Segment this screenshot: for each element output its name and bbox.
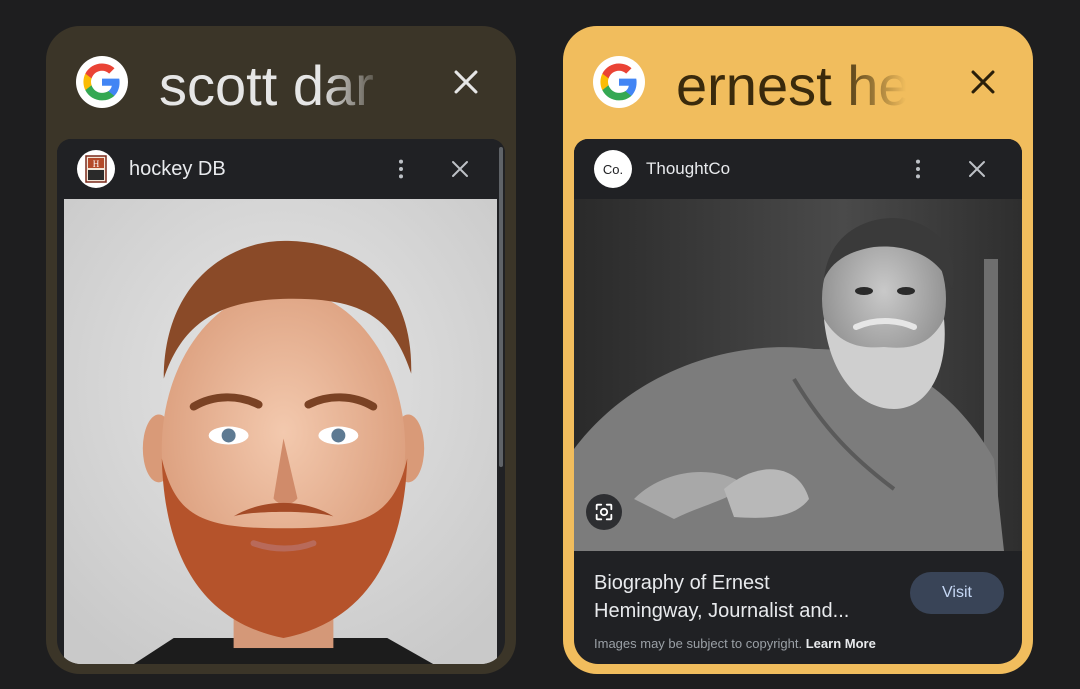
result-panel: H hockey DB: [57, 139, 505, 664]
tab-ernest[interactable]: ernest he Co. ThoughtCo Biography of Ern…: [563, 26, 1033, 674]
panel-header: Co. ThoughtCo: [574, 139, 1022, 199]
result-panel: Co. ThoughtCo Biography of Ernest Heming…: [574, 139, 1022, 664]
tab-title: scott dar: [159, 54, 374, 117]
tab-scott[interactable]: scott dar H hockey DB: [46, 26, 516, 674]
close-panel-button[interactable]: [962, 154, 992, 184]
site-name: hockey DB: [129, 158, 226, 180]
close-panel-button[interactable]: [445, 154, 475, 184]
more-options-button[interactable]: [906, 154, 930, 184]
close-icon: [969, 161, 985, 177]
learn-more-link[interactable]: Learn More: [806, 636, 876, 651]
tab-title: ernest he: [676, 54, 906, 117]
more-options-button[interactable]: [389, 154, 413, 184]
site-name: ThoughtCo: [646, 159, 731, 178]
close-tab-button[interactable]: [446, 62, 486, 102]
result-image[interactable]: [574, 199, 1022, 551]
close-icon: [454, 70, 478, 94]
close-icon: [971, 70, 995, 94]
result-caption[interactable]: Biography of Ernest Hemingway, Journalis…: [594, 569, 904, 625]
close-tab-button[interactable]: [963, 62, 1003, 102]
more-vert-icon: [915, 159, 921, 179]
site-logo: Co.: [594, 150, 632, 188]
site-logo: H: [77, 150, 115, 188]
caption-line-2: Hemingway, Journalist and...: [594, 600, 850, 622]
caption-line-1: Biography of Ernest: [594, 572, 770, 594]
scrollbar[interactable]: [499, 147, 503, 467]
close-icon: [452, 161, 468, 177]
more-vert-icon: [398, 159, 404, 179]
visit-button[interactable]: Visit: [910, 572, 1004, 614]
google-g-icon: [76, 56, 128, 108]
copyright-notice: Images may be subject to copyright. Lear…: [594, 635, 876, 653]
lens-button[interactable]: [586, 494, 622, 530]
google-g-icon: [593, 56, 645, 108]
site-logo-letter: H: [93, 159, 100, 169]
lens-icon: [595, 503, 613, 521]
copyright-text: Images may be subject to copyright.: [594, 636, 803, 651]
site-logo-letter: Co.: [603, 162, 623, 177]
panel-header: H hockey DB: [57, 139, 505, 467]
result-image[interactable]: [64, 199, 497, 664]
